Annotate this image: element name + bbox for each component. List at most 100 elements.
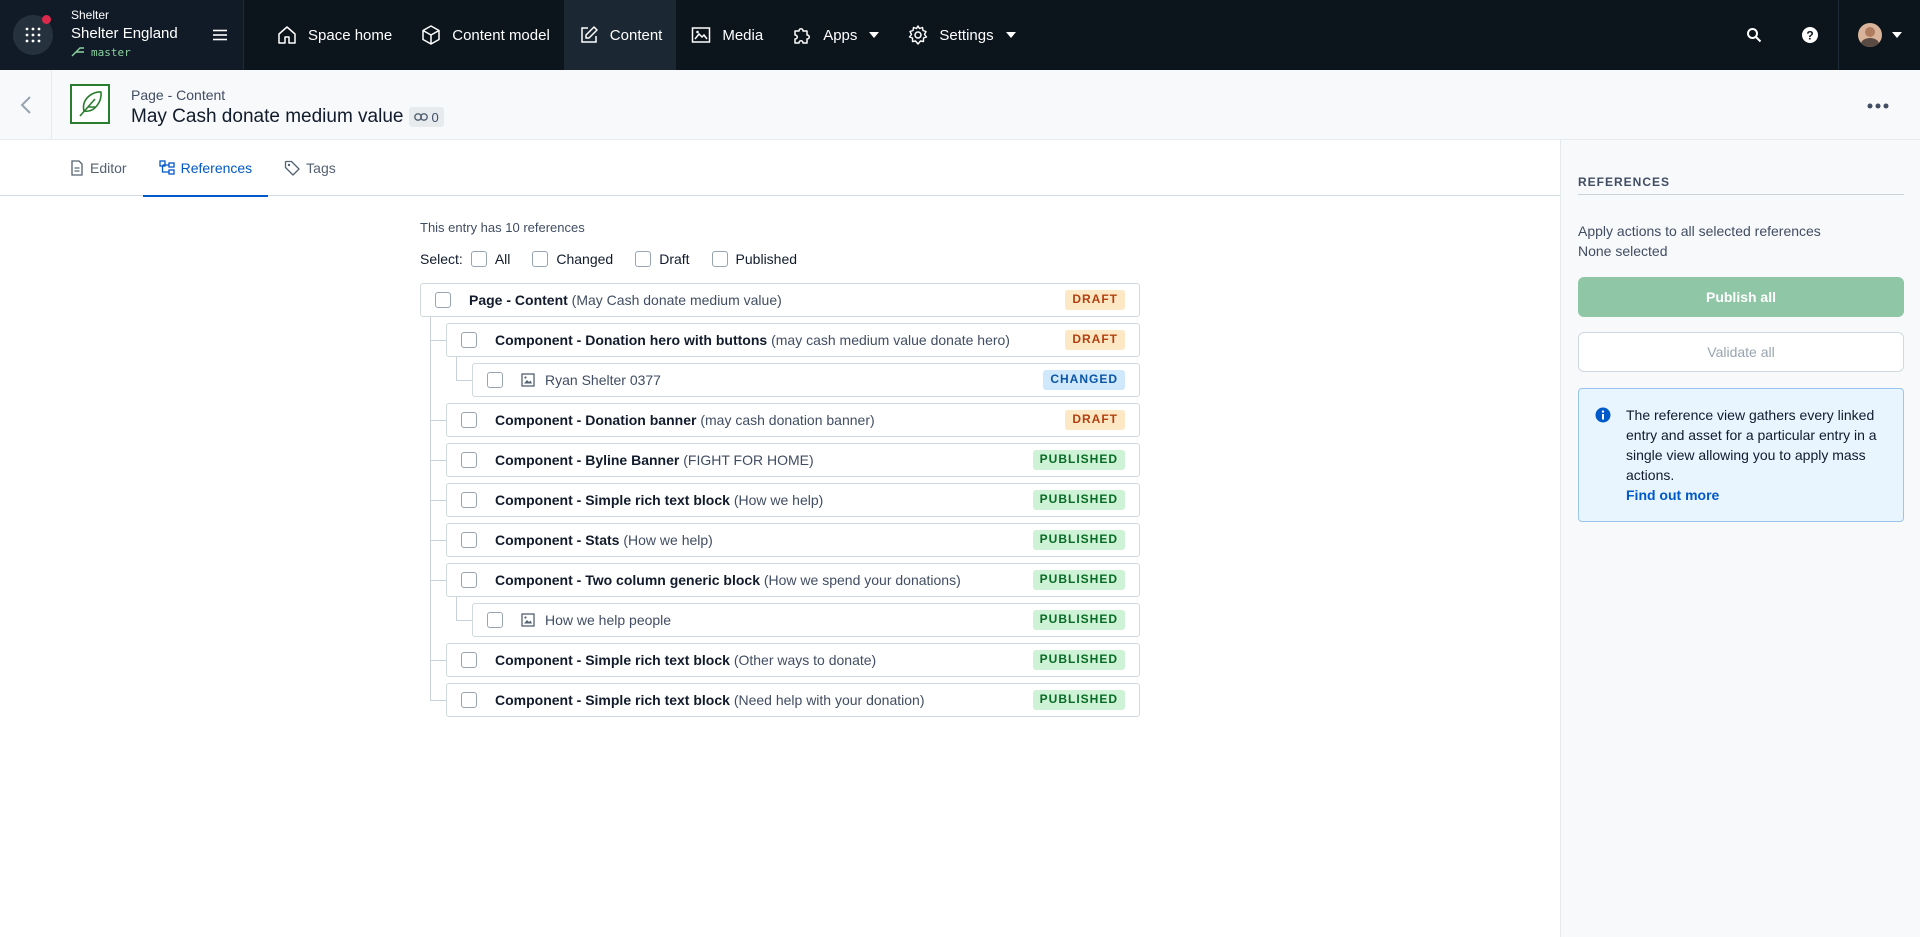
references-summary: This entry has 10 references bbox=[420, 220, 585, 235]
checkbox[interactable] bbox=[470, 251, 487, 267]
image-icon bbox=[692, 27, 711, 43]
row-checkbox[interactable] bbox=[461, 332, 477, 348]
status-badge: PUBLISHED bbox=[1032, 570, 1125, 590]
find-out-more-link[interactable]: Find out more bbox=[1626, 485, 1887, 505]
tree-connector bbox=[456, 597, 457, 620]
row-checkbox[interactable] bbox=[487, 612, 503, 628]
references-sidebar: REFERENCES Apply actions to all selected… bbox=[1560, 140, 1920, 937]
entry-header: Page - Content May Cash donate medium va… bbox=[0, 70, 1920, 140]
reference-entry-row[interactable]: Component - Byline Banner (FIGHT FOR HOM… bbox=[446, 443, 1140, 477]
tab-tags[interactable]: Tags bbox=[268, 140, 352, 196]
checkbox[interactable] bbox=[711, 251, 728, 267]
row-checkbox[interactable] bbox=[435, 292, 451, 308]
nav-label: Content model bbox=[452, 26, 550, 44]
reference-title: Component - Stats bbox=[495, 532, 620, 548]
menu-icon[interactable] bbox=[211, 25, 229, 45]
tree-connector bbox=[430, 540, 446, 541]
publish-all-button[interactable]: Publish all bbox=[1578, 277, 1904, 317]
tab-label: References bbox=[180, 160, 253, 176]
nav-space-home[interactable]: Space home bbox=[262, 0, 406, 70]
reference-entry-row[interactable]: Component - Simple rich text block (Othe… bbox=[446, 643, 1140, 677]
select-draft-checkbox[interactable]: Draft bbox=[635, 251, 690, 267]
caret-down-icon bbox=[1005, 32, 1016, 38]
reference-detail: Ryan Shelter 0377 bbox=[545, 372, 661, 388]
reference-label: Component - Stats (How we help) bbox=[495, 532, 1033, 548]
more-icon bbox=[1867, 103, 1889, 109]
reference-tree: Page - Content (May Cash donate medium v… bbox=[420, 283, 1140, 723]
references-panel: This entry has 10 references Select: All… bbox=[420, 220, 1140, 723]
account-menu[interactable] bbox=[1838, 0, 1920, 70]
reference-detail: (Need help with your donation) bbox=[733, 692, 925, 708]
status-badge: PUBLISHED bbox=[1032, 690, 1125, 710]
nav-settings[interactable]: Settings bbox=[893, 0, 1029, 70]
tree-connector bbox=[430, 700, 446, 701]
reference-title: Component - Simple rich text block bbox=[495, 492, 730, 508]
select-all-checkbox[interactable]: All bbox=[470, 251, 511, 267]
reference-asset-row[interactable]: Ryan Shelter 0377 CHANGED bbox=[472, 363, 1140, 397]
row-checkbox[interactable] bbox=[461, 412, 477, 428]
nav-label: Apps bbox=[823, 26, 858, 44]
checkbox-label: All bbox=[494, 251, 511, 267]
sidebar-heading: REFERENCES bbox=[1578, 175, 1904, 195]
sidebar-description: Apply actions to all selected references bbox=[1578, 223, 1821, 239]
avatar bbox=[1857, 23, 1882, 47]
top-navigation: Shelter Shelter England master Space hom… bbox=[0, 0, 1920, 70]
reference-detail: (How we help) bbox=[733, 492, 824, 508]
search-button[interactable] bbox=[1726, 0, 1782, 70]
image-icon bbox=[521, 613, 535, 627]
reference-asset-row[interactable]: How we help people PUBLISHED bbox=[472, 603, 1140, 637]
status-badge: PUBLISHED bbox=[1032, 450, 1125, 470]
content-type-name: Page - Content bbox=[131, 87, 226, 103]
reference-entry-row[interactable]: Component - Simple rich text block (How … bbox=[446, 483, 1140, 517]
reference-title: Component - Two column generic block bbox=[495, 572, 760, 588]
checkbox[interactable] bbox=[532, 251, 549, 267]
select-changed-checkbox[interactable]: Changed bbox=[532, 251, 613, 267]
validate-all-button[interactable]: Validate all bbox=[1578, 332, 1904, 372]
row-checkbox[interactable] bbox=[461, 492, 477, 508]
nav-content[interactable]: Content bbox=[563, 0, 677, 70]
branch-icon bbox=[71, 47, 84, 57]
reference-entry-row[interactable]: Component - Stats (How we help) PUBLISHED bbox=[446, 523, 1140, 557]
tree-connector bbox=[430, 317, 431, 700]
nav-media[interactable]: Media bbox=[676, 0, 777, 70]
cube-icon bbox=[422, 25, 440, 45]
reference-entry-row[interactable]: Component - Simple rich text block (Need… bbox=[446, 683, 1140, 717]
status-badge: CHANGED bbox=[1043, 370, 1125, 390]
back-button[interactable] bbox=[0, 70, 52, 140]
reference-label: Component - Simple rich text block (Need… bbox=[495, 692, 1033, 708]
row-checkbox[interactable] bbox=[461, 572, 477, 588]
space-switcher[interactable]: Shelter Shelter England master bbox=[0, 0, 244, 70]
status-badge: DRAFT bbox=[1065, 290, 1125, 310]
nav-apps[interactable]: Apps bbox=[777, 0, 893, 70]
tab-references[interactable]: References bbox=[142, 140, 269, 197]
checkbox[interactable] bbox=[635, 251, 652, 267]
puzzle-icon bbox=[794, 28, 811, 44]
reference-title: Component - Simple rich text block bbox=[495, 652, 730, 668]
row-checkbox[interactable] bbox=[461, 452, 477, 468]
reference-label: Page - Content (May Cash donate medium v… bbox=[469, 292, 1065, 308]
reference-title: Component - Byline Banner bbox=[495, 452, 680, 468]
notification-dot bbox=[42, 15, 51, 24]
caret-down-icon bbox=[869, 32, 880, 38]
tree-connector bbox=[430, 500, 446, 501]
reference-entry-row[interactable]: Component - Donation hero with buttons (… bbox=[446, 323, 1140, 357]
app-launcher-button[interactable] bbox=[13, 15, 53, 55]
select-published-checkbox[interactable]: Published bbox=[711, 251, 797, 267]
reference-entry-row[interactable]: Component - Two column generic block (Ho… bbox=[446, 563, 1140, 597]
nav-content-model[interactable]: Content model bbox=[406, 0, 564, 70]
reference-label: How we help people bbox=[545, 612, 1033, 628]
help-button[interactable]: ? bbox=[1782, 0, 1838, 70]
row-checkbox[interactable] bbox=[461, 692, 477, 708]
reference-entry-row[interactable]: Page - Content (May Cash donate medium v… bbox=[420, 283, 1140, 317]
link-icon bbox=[414, 113, 429, 121]
row-checkbox[interactable] bbox=[461, 532, 477, 548]
reference-entry-row[interactable]: Component - Donation banner (may cash do… bbox=[446, 403, 1140, 437]
row-checkbox[interactable] bbox=[487, 372, 503, 388]
more-actions-button[interactable] bbox=[1864, 94, 1892, 118]
reference-title: Component - Simple rich text block bbox=[495, 692, 730, 708]
row-checkbox[interactable] bbox=[461, 652, 477, 668]
reference-count-badge[interactable]: 0 bbox=[409, 107, 444, 127]
info-text: The reference view gathers every linked … bbox=[1626, 407, 1877, 483]
tab-editor[interactable]: Editor bbox=[54, 140, 143, 196]
checkbox-label: Draft bbox=[659, 251, 690, 267]
